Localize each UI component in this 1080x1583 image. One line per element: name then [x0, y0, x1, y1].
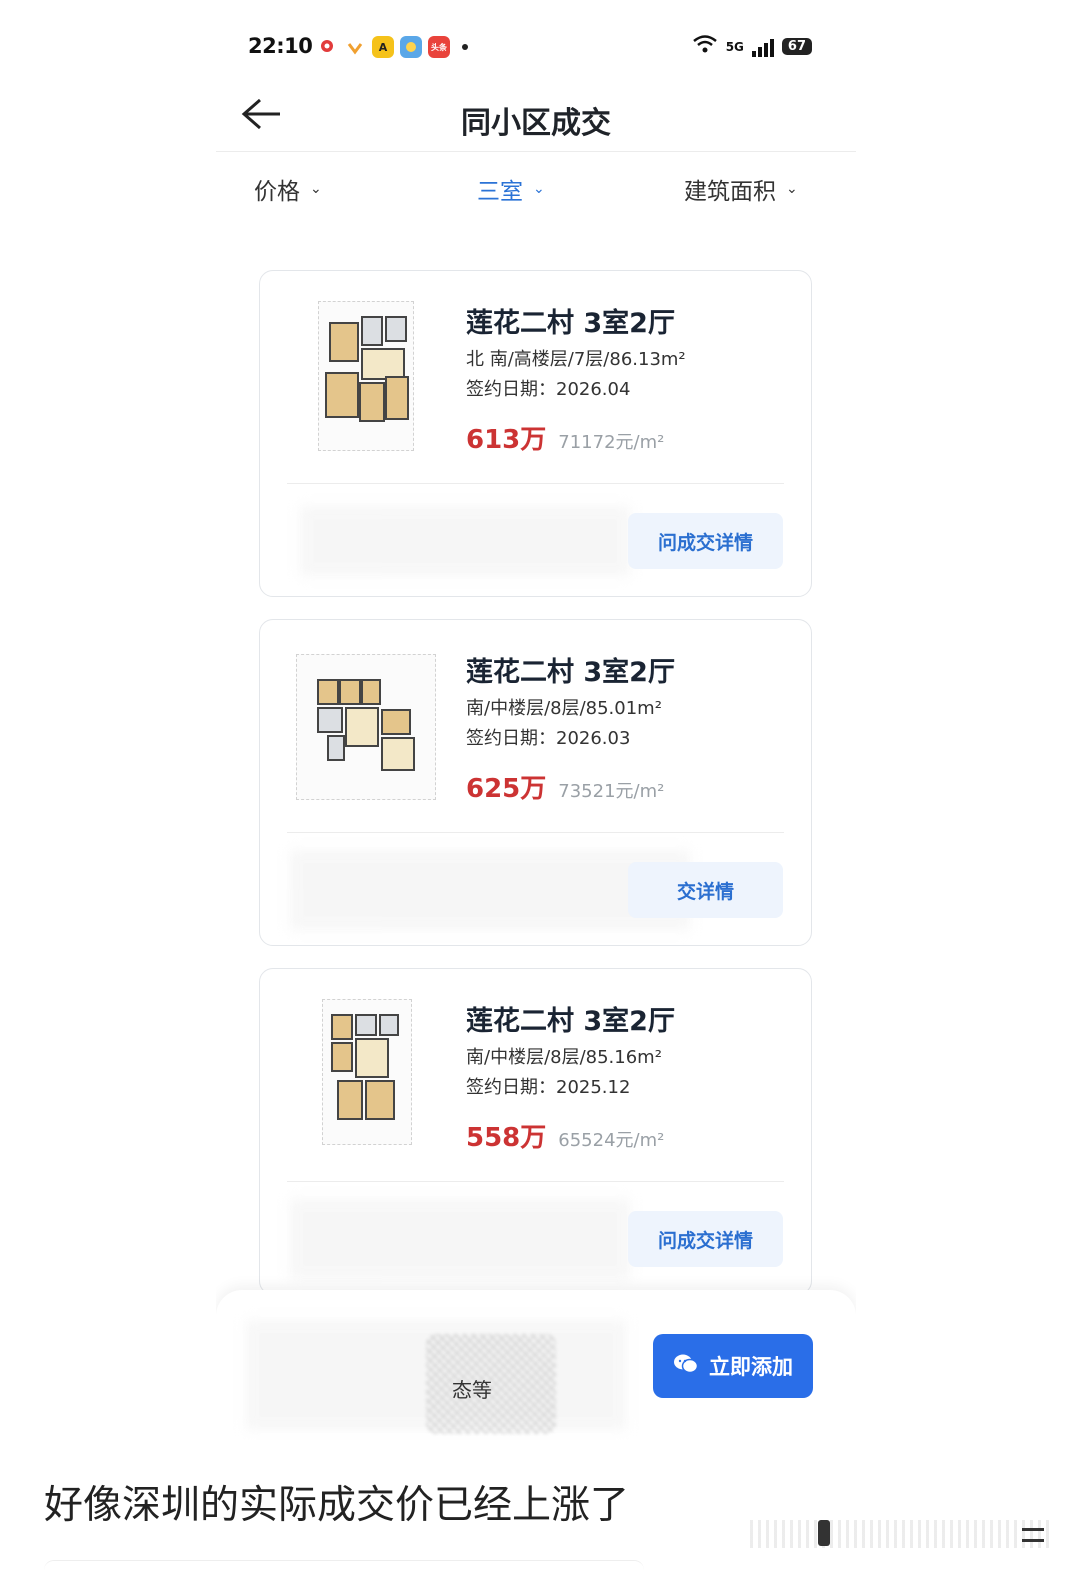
filter-rooms[interactable]: 三室 ⌄ — [477, 172, 545, 206]
location-app-icon — [316, 36, 338, 58]
filter-price-label: 价格 — [254, 179, 300, 205]
wifi-icon — [692, 34, 718, 59]
post-caption: 好像深圳的实际成交价已经上涨了 — [44, 1483, 630, 1528]
decorative-strip — [750, 1520, 1050, 1548]
heart-app-icon — [344, 36, 366, 58]
listing-price: 613万 — [466, 425, 547, 455]
news-app-icon: 头条 — [428, 36, 450, 58]
card-divider — [287, 832, 784, 833]
listing-card[interactable]: 莲花二村 3室2厅 南/中楼层/8层/85.16m² 签约日期：2025.12 … — [259, 968, 812, 1295]
add-now-button[interactable]: 立即添加 — [653, 1334, 813, 1398]
status-right: 5G 67 — [692, 34, 812, 59]
price-row: 613万 71172元/m² — [466, 419, 664, 456]
signal-icon — [751, 37, 774, 57]
add-now-label: 立即添加 — [709, 1355, 793, 1379]
more-notifications-dot-icon — [462, 44, 468, 50]
phone-screenshot: 22:10 A 头条 5G 67 同小区成交 价格 ⌄ 三室 ⌄ 建筑面积 ⌄ … — [216, 0, 856, 1440]
listing-info: 南/中楼层/8层/85.16m² — [466, 1047, 662, 1068]
listing-title: 莲花二村 3室2厅 — [466, 1006, 675, 1037]
listing-unit-price: 71172元/m² — [558, 432, 665, 453]
wechat-icon — [673, 1353, 699, 1380]
chevron-down-icon: ⌄ — [786, 181, 798, 197]
status-time: 22:10 — [248, 34, 313, 58]
navigation-bar: 同小区成交 — [216, 80, 856, 152]
listing-info: 北 南/高楼层/7层/86.13m² — [466, 349, 686, 370]
card-divider — [287, 483, 784, 484]
weather-app-icon — [400, 36, 422, 58]
next-post-edge — [44, 1560, 644, 1583]
floor-plan-image — [322, 999, 412, 1145]
filter-bar: 价格 ⌄ 三室 ⌄ 建筑面积 ⌄ — [216, 160, 856, 216]
filter-rooms-label: 三室 — [477, 179, 523, 205]
listing-unit-price: 65524元/m² — [558, 1130, 665, 1151]
car-app-icon: A — [372, 36, 394, 58]
listing-price: 558万 — [466, 1123, 547, 1153]
bottom-partial-text: 态等 — [452, 1378, 492, 1402]
scroll-indicator-icon — [818, 1520, 830, 1546]
blurred-overlay — [300, 506, 630, 576]
listing-unit-price: 73521元/m² — [558, 781, 665, 802]
notification-icons: A 头条 — [316, 36, 468, 58]
listing-date: 签约日期：2025.12 — [466, 1077, 631, 1098]
listing-card[interactable]: 莲花二村 3室2厅 北 南/高楼层/7层/86.13m² 签约日期：2026.0… — [259, 270, 812, 597]
listing-title: 莲花二村 3室2厅 — [466, 657, 675, 688]
listing-info: 南/中楼层/8层/85.01m² — [466, 698, 662, 719]
chevron-down-icon: ⌄ — [310, 181, 322, 197]
blurred-overlay — [290, 1199, 630, 1279]
listing-date: 签约日期：2026.03 — [466, 728, 631, 749]
card-divider — [287, 1181, 784, 1182]
floor-plan-image — [318, 301, 414, 451]
listing-card[interactable]: 莲花二村 3室2厅 南/中楼层/8层/85.01m² 签约日期：2026.03 … — [259, 619, 812, 946]
status-bar: 22:10 A 头条 5G 67 — [216, 28, 856, 68]
network-type: 5G — [725, 39, 744, 54]
menu-lines-icon — [1022, 1528, 1044, 1542]
filter-area-label: 建筑面积 — [684, 179, 776, 205]
bottom-action-bar: 态等 立即添加 — [216, 1290, 856, 1440]
battery-icon: 67 — [781, 38, 812, 55]
listing-title: 莲花二村 3室2厅 — [466, 308, 675, 339]
ask-deal-details-button[interactable]: 问成交详情 — [628, 1211, 783, 1267]
page-title: 同小区成交 — [461, 106, 611, 141]
filter-area[interactable]: 建筑面积 ⌄ — [684, 172, 798, 206]
chevron-down-icon: ⌄ — [533, 181, 545, 197]
ask-deal-details-button[interactable]: 问成交详情 — [628, 513, 783, 569]
price-row: 558万 65524元/m² — [466, 1117, 664, 1154]
listing-date: 签约日期：2026.04 — [466, 379, 631, 400]
listing-price: 625万 — [466, 774, 547, 804]
ask-deal-details-button[interactable]: 交详情 — [628, 862, 783, 918]
floor-plan-image — [296, 654, 436, 800]
price-row: 625万 73521元/m² — [466, 768, 664, 805]
filter-price[interactable]: 价格 ⌄ — [254, 172, 322, 206]
